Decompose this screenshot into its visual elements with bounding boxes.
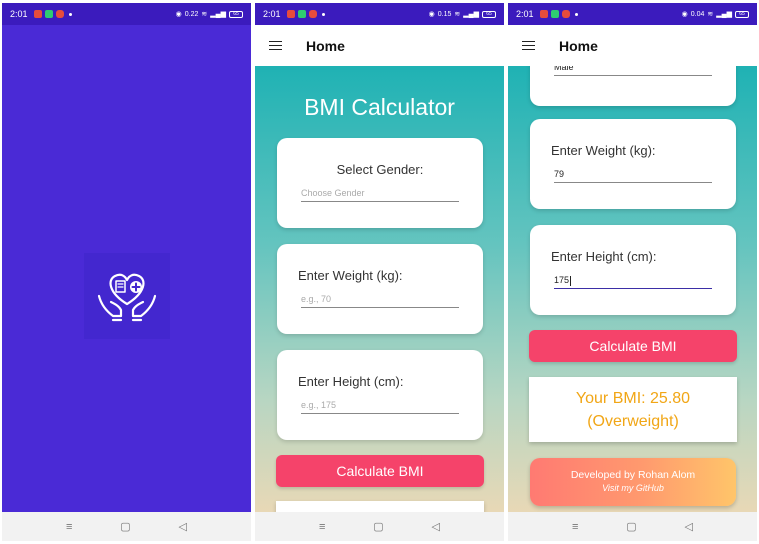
main-content: BMI Calculator Select Gender: Choose Gen… bbox=[255, 66, 504, 512]
bmi-value: Your BMI: 25.80 bbox=[575, 390, 691, 407]
alarm-icon: ◉ bbox=[175, 11, 182, 18]
weight-card: Enter Weight (kg): 79 bbox=[530, 119, 736, 209]
weight-label: Enter Weight (kg): bbox=[551, 143, 656, 158]
recent-apps-button[interactable]: ≡ bbox=[319, 521, 325, 533]
splash-background bbox=[2, 25, 251, 512]
more-notifications-icon bbox=[68, 12, 72, 16]
menu-icon[interactable] bbox=[269, 40, 282, 51]
signal-icon: ▂▄▆ bbox=[463, 11, 479, 18]
notification-icon bbox=[550, 10, 559, 18]
more-notifications-icon bbox=[574, 12, 578, 16]
notification-icon bbox=[297, 10, 306, 18]
weight-card: Enter Weight (kg): e.g., 70 bbox=[277, 244, 483, 334]
status-bar: 2:01 ◉ 0.22 ≋ ▂▄▆ 65 bbox=[2, 3, 251, 25]
network-speed: 0.22 bbox=[184, 10, 199, 18]
text-cursor bbox=[570, 275, 572, 286]
app-bar-title: Home bbox=[306, 37, 345, 54]
gender-card: Select Gender: Choose Gender bbox=[277, 138, 483, 228]
alarm-icon: ◉ bbox=[428, 11, 435, 18]
status-time: 2:01 bbox=[263, 9, 281, 19]
wifi-icon: ≋ bbox=[707, 11, 714, 18]
status-bar: 2:01 ◉ 0.04 ≋ ▂▄▆ 65 bbox=[508, 3, 757, 25]
calculate-bmi-button[interactable]: Calculate BMI bbox=[529, 330, 737, 362]
status-time: 2:01 bbox=[516, 9, 534, 19]
wifi-icon: ≋ bbox=[454, 11, 461, 18]
app-bar: Home bbox=[255, 25, 504, 66]
height-input[interactable]: 175 bbox=[554, 273, 712, 289]
back-button[interactable]: ◁ bbox=[432, 520, 440, 533]
system-nav-bar: ≡ ▢ ◁ bbox=[508, 512, 757, 541]
more-notifications-icon bbox=[321, 12, 325, 16]
height-input-value: 175 bbox=[554, 275, 570, 285]
youtube-icon bbox=[308, 10, 317, 18]
calculate-bmi-button[interactable]: Calculate BMI bbox=[276, 455, 484, 487]
youtube-icon bbox=[55, 10, 64, 18]
notification-icon bbox=[44, 10, 53, 18]
status-time: 2:01 bbox=[10, 9, 28, 19]
page-title: BMI Calculator bbox=[304, 94, 455, 120]
status-bar: 2:01 ◉ 0.15 ≋ ▂▄▆ 65 bbox=[255, 3, 504, 25]
gender-card: Male bbox=[530, 66, 736, 106]
phone-bmi-form: 2:01 ◉ 0.15 ≋ ▂▄▆ 65 Home BMI Calculator… bbox=[255, 3, 504, 541]
youtube-icon bbox=[561, 10, 570, 18]
home-button[interactable]: ▢ bbox=[120, 520, 130, 533]
notification-icon bbox=[286, 10, 295, 18]
battery-icon: 65 bbox=[735, 10, 749, 18]
signal-icon: ▂▄▆ bbox=[210, 11, 226, 18]
result-card: Your BMI: 25.80 (Overweight) bbox=[529, 377, 737, 442]
battery-icon: 65 bbox=[482, 10, 496, 18]
battery-icon: 65 bbox=[229, 10, 243, 18]
developer-credit-card[interactable]: Developed by Rohan Alom Visit my GitHub bbox=[530, 458, 736, 506]
result-card bbox=[276, 501, 484, 512]
app-bar: Home bbox=[508, 25, 757, 66]
main-content: Male Enter Weight (kg): 79 Enter Height … bbox=[508, 66, 757, 512]
app-bar-title: Home bbox=[559, 37, 598, 54]
network-speed: 0.15 bbox=[437, 10, 452, 18]
back-button[interactable]: ◁ bbox=[685, 520, 693, 533]
gender-dropdown[interactable]: Choose Gender bbox=[301, 186, 459, 202]
health-care-logo-icon bbox=[84, 253, 170, 339]
gender-label: Select Gender: bbox=[336, 162, 424, 177]
phone-splash-screen: 2:01 ◉ 0.22 ≋ ▂▄▆ 65 ≡ ▢ ◁ bbox=[2, 3, 251, 541]
menu-icon[interactable] bbox=[522, 40, 535, 51]
height-label: Enter Height (cm): bbox=[551, 249, 657, 264]
github-link[interactable]: Visit my GitHub bbox=[530, 481, 736, 493]
system-nav-bar: ≡ ▢ ◁ bbox=[255, 512, 504, 541]
home-button[interactable]: ▢ bbox=[373, 520, 383, 533]
recent-apps-button[interactable]: ≡ bbox=[66, 521, 72, 533]
gender-dropdown[interactable]: Male bbox=[554, 66, 712, 76]
network-speed: 0.04 bbox=[690, 10, 705, 18]
alarm-icon: ◉ bbox=[681, 11, 688, 18]
weight-input[interactable]: e.g., 70 bbox=[301, 292, 459, 308]
wifi-icon: ≋ bbox=[201, 11, 208, 18]
height-label: Enter Height (cm): bbox=[298, 374, 404, 389]
notification-icon bbox=[33, 10, 42, 18]
home-button[interactable]: ▢ bbox=[626, 520, 636, 533]
back-button[interactable]: ◁ bbox=[179, 520, 187, 533]
height-card: Enter Height (cm): 175 bbox=[530, 225, 736, 315]
height-card: Enter Height (cm): e.g., 175 bbox=[277, 350, 483, 440]
phone-bmi-result: 2:01 ◉ 0.04 ≋ ▂▄▆ 65 Home Male Enter Wei… bbox=[508, 3, 757, 541]
height-input[interactable]: e.g., 175 bbox=[301, 398, 459, 414]
weight-input[interactable]: 79 bbox=[554, 167, 712, 183]
signal-icon: ▂▄▆ bbox=[716, 11, 732, 18]
recent-apps-button[interactable]: ≡ bbox=[572, 521, 578, 533]
weight-label: Enter Weight (kg): bbox=[298, 268, 403, 283]
notification-icon bbox=[539, 10, 548, 18]
system-nav-bar: ≡ ▢ ◁ bbox=[2, 512, 251, 541]
developer-name: Developed by Rohan Alom bbox=[570, 469, 696, 481]
bmi-category: (Overweight) bbox=[587, 413, 679, 430]
